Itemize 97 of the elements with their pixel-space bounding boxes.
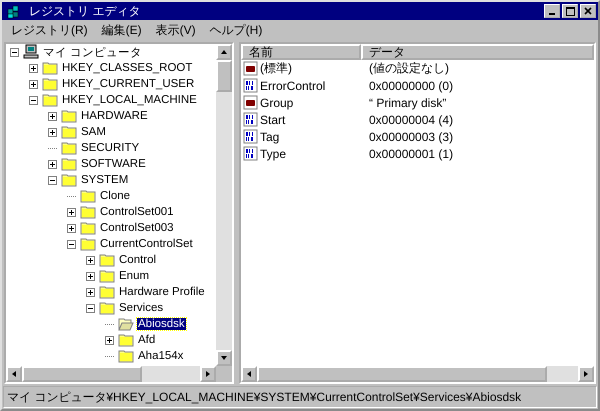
left-arrow-icon	[10, 370, 18, 378]
menu-item[interactable]: レジストリ(R)	[4, 22, 95, 38]
expand-icon[interactable]	[86, 256, 95, 264]
tree-item[interactable]: SECURITY	[80, 142, 140, 154]
value-name[interactable]: Tag	[260, 130, 280, 144]
collapse-icon[interactable]	[48, 176, 57, 184]
scroll-right-button[interactable]	[578, 366, 594, 382]
tree-item[interactable]: Enum	[118, 270, 150, 282]
expand-icon[interactable]	[48, 128, 57, 136]
scrollbar-thumb[interactable]	[257, 366, 547, 382]
status-text: マイ コンピュータ¥HKEY_LOCAL_MACHINE¥SYSTEM¥CurrentControlSet¥Services¥Abiosdsk	[7, 388, 522, 406]
tree-item[interactable]: SAM	[80, 126, 107, 138]
folder-icon	[42, 92, 58, 108]
scrollbar-corner	[216, 366, 232, 382]
folder-icon	[99, 252, 115, 268]
folder-icon	[99, 300, 115, 316]
tree-item[interactable]: HARDWARE	[80, 110, 149, 122]
scrollbar-thumb[interactable]	[216, 60, 232, 92]
folder-icon	[61, 172, 77, 188]
folder-icon	[99, 284, 115, 300]
expand-icon[interactable]	[67, 208, 76, 216]
open-folder-icon	[118, 316, 134, 332]
folder-icon	[42, 60, 58, 76]
window-title: レジストリ エディタ	[29, 2, 142, 20]
folder-icon	[61, 108, 77, 124]
tree-item[interactable]: SYSTEM	[80, 174, 130, 186]
scroll-up-button[interactable]	[216, 44, 232, 60]
folder-icon	[118, 332, 134, 348]
folder-icon	[61, 140, 77, 156]
tree-item[interactable]: マイ コンピュータ	[42, 44, 144, 60]
folder-icon	[99, 268, 115, 284]
expand-icon[interactable]	[29, 80, 38, 88]
close-button[interactable]	[580, 4, 596, 18]
value-data: 0x00000003 (3)	[368, 130, 454, 144]
down-arrow-icon	[220, 354, 228, 362]
computer-icon	[23, 44, 39, 60]
value-name[interactable]: ErrorControl	[260, 78, 326, 92]
tree-item[interactable]: HKEY_LOCAL_MACHINE	[61, 94, 198, 106]
folder-icon	[80, 220, 96, 236]
expand-icon[interactable]	[29, 64, 38, 72]
tree-item[interactable]: Services	[118, 302, 164, 314]
expand-icon[interactable]	[86, 272, 95, 280]
value-name[interactable]: (標準)	[260, 60, 292, 77]
value-data: 0x00000001 (1)	[368, 146, 454, 160]
tree-item[interactable]: ControlSet001	[99, 206, 175, 218]
tree-item[interactable]: Aha154x	[137, 350, 184, 362]
menu-item[interactable]: 表示(V)	[148, 22, 203, 38]
value-name[interactable]: Type	[260, 146, 286, 160]
maximize-button[interactable]	[562, 4, 578, 18]
expand-icon[interactable]	[105, 336, 114, 344]
maximize-icon	[566, 6, 574, 16]
value-data: 0x00000000 (0)	[368, 78, 454, 92]
up-arrow-icon	[220, 48, 228, 56]
column-header[interactable]: データ	[361, 44, 594, 60]
value-data: (値の設定なし)	[368, 60, 449, 77]
folder-icon	[61, 156, 77, 172]
folder-icon	[61, 124, 77, 140]
value-data: 0x00000004 (4)	[368, 112, 454, 126]
expand-icon[interactable]	[86, 288, 95, 296]
right-arrow-icon	[582, 370, 590, 378]
value-name[interactable]: Group	[260, 96, 294, 110]
column-header[interactable]: 名前	[241, 44, 361, 60]
folder-icon	[118, 348, 134, 364]
value-data: “ Primary disk”	[368, 96, 446, 110]
tree-item[interactable]: HKEY_CURRENT_USER	[61, 78, 196, 90]
tree-item[interactable]: Abiosdsk	[137, 318, 186, 330]
folder-icon	[80, 204, 96, 220]
scroll-left-button[interactable]	[6, 366, 22, 382]
menu-item[interactable]: ヘルプ(H)	[202, 22, 270, 38]
collapse-icon[interactable]	[86, 304, 95, 312]
scroll-left-button[interactable]	[241, 366, 257, 382]
collapse-icon[interactable]	[29, 96, 38, 104]
right-arrow-icon	[204, 370, 212, 378]
tree-item[interactable]: ControlSet003	[99, 222, 175, 234]
tree-item[interactable]: HKEY_CLASSES_ROOT	[61, 62, 194, 74]
tree-item[interactable]: Hardware Profile	[118, 286, 206, 298]
collapse-icon[interactable]	[10, 48, 19, 56]
tree-item[interactable]: CurrentControlSet	[99, 238, 194, 250]
minimize-button[interactable]	[544, 4, 560, 18]
scroll-right-button[interactable]	[200, 366, 216, 382]
folder-icon	[80, 188, 96, 204]
collapse-icon[interactable]	[67, 240, 76, 248]
scrollbar-thumb[interactable]	[22, 366, 142, 382]
scroll-down-button[interactable]	[216, 350, 232, 366]
expand-icon[interactable]	[67, 224, 76, 232]
tree-item[interactable]: Control	[118, 254, 158, 266]
tree-item[interactable]: Afd	[137, 334, 156, 346]
left-arrow-icon	[245, 370, 253, 378]
expand-icon[interactable]	[48, 160, 57, 168]
value-name[interactable]: Start	[260, 112, 286, 126]
tree-item[interactable]: Clone	[99, 190, 132, 202]
tree-item[interactable]: SOFTWARE	[80, 158, 147, 170]
expand-icon[interactable]	[48, 112, 57, 120]
folder-icon	[80, 236, 96, 252]
menu-item[interactable]: 編集(E)	[94, 22, 149, 38]
folder-icon	[42, 76, 58, 92]
close-icon	[584, 7, 592, 15]
